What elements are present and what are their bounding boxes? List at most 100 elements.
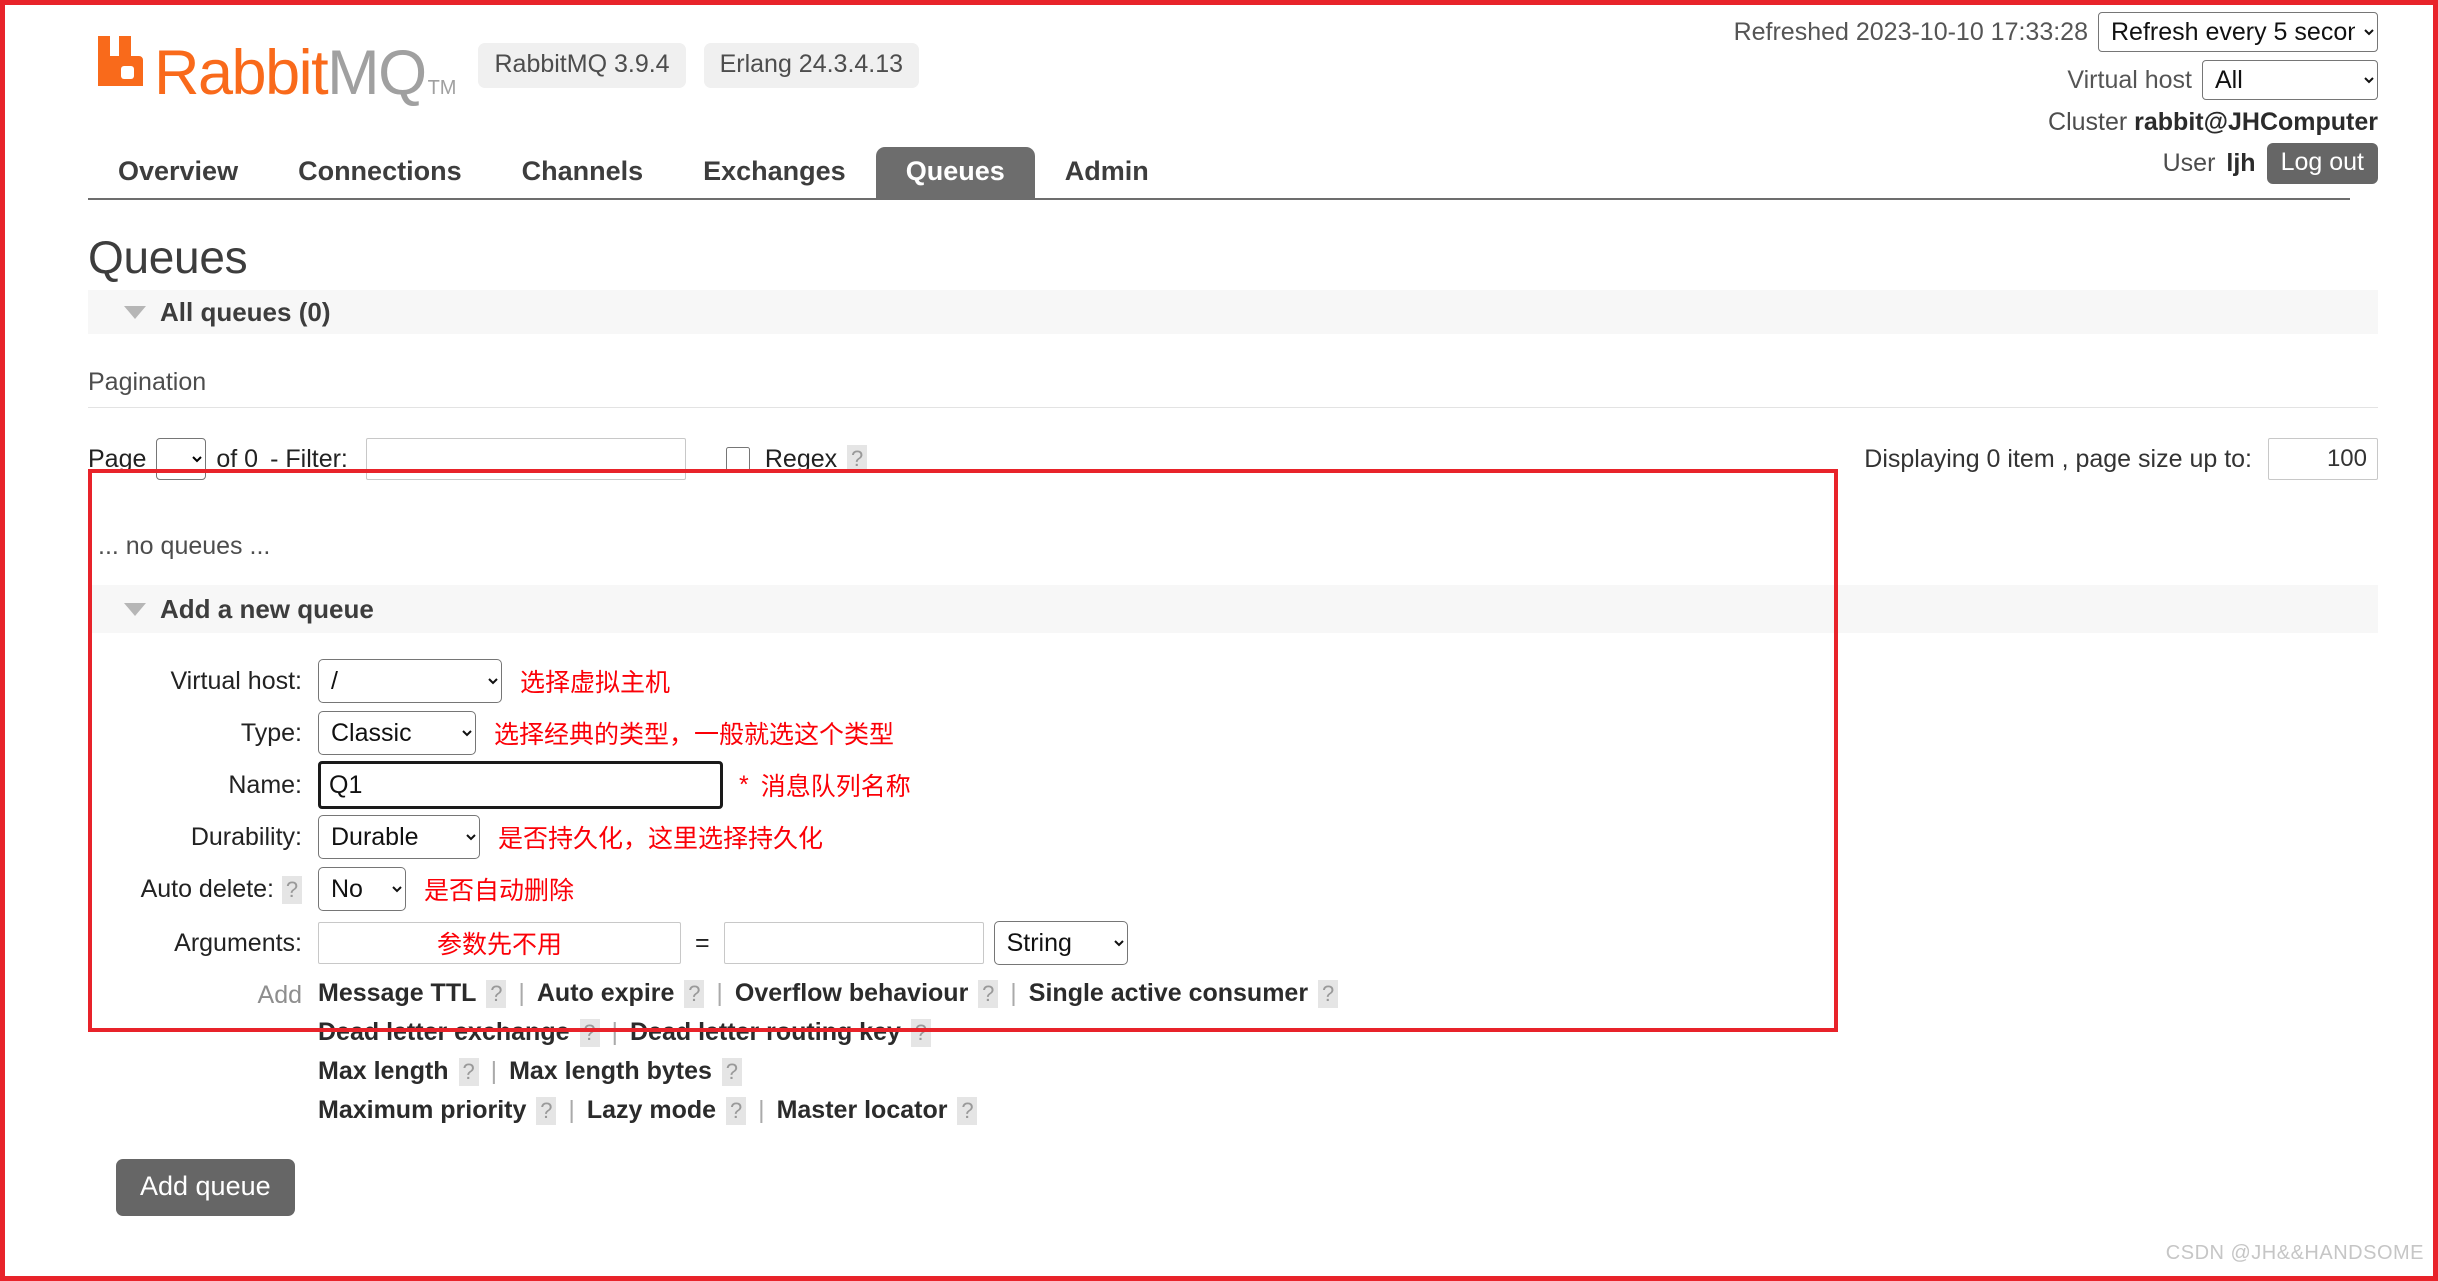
separator: |: [1010, 979, 1017, 1008]
regex-checkbox[interactable]: [726, 447, 750, 471]
filter-input[interactable]: [366, 438, 686, 480]
refresh-interval-select[interactable]: Refresh every 5 secondsRefresh every 10 …: [2098, 12, 2378, 52]
argument-preset-row: Max length ? | Max length bytes ?: [318, 1057, 1338, 1086]
add-queue-submit-button[interactable]: Add queue: [116, 1159, 295, 1216]
logo-trademark: TM: [428, 77, 457, 99]
auto-delete-label-text: Auto delete:: [141, 875, 274, 903]
page-number-select[interactable]: [156, 438, 206, 480]
durability-field-label: Durability:: [88, 823, 318, 852]
form-row-virtual-host: Virtual host: / 选择虚拟主机: [88, 655, 2378, 707]
arg-auto-expire-help-icon[interactable]: ?: [684, 980, 704, 1008]
queue-name-input[interactable]: [318, 761, 723, 809]
form-row-name: Name: * 消息队列名称: [88, 759, 2378, 811]
vhost-label: Virtual host: [2067, 66, 2192, 95]
auto-delete-help-icon[interactable]: ?: [282, 876, 302, 904]
auto-delete-select[interactable]: NoYes: [318, 867, 406, 911]
arg-overflow-behaviour-help-icon[interactable]: ?: [978, 980, 998, 1008]
arg-overflow-behaviour[interactable]: Overflow behaviour: [735, 979, 968, 1008]
arg-message-ttl[interactable]: Message TTL: [318, 979, 476, 1008]
refresh-row: Refreshed 2023-10-10 17:33:28 Refresh ev…: [1734, 12, 2378, 52]
arg-dead-letter-exchange-help-icon[interactable]: ?: [580, 1019, 600, 1047]
arg-max-length-bytes-help-icon[interactable]: ?: [722, 1058, 742, 1086]
form-row-auto-delete: Auto delete:? NoYes 是否自动删除: [88, 863, 2378, 915]
rabbitmq-logo[interactable]: RabbitMQTM: [88, 30, 456, 100]
virtual-host-field-label: Virtual host:: [88, 667, 318, 696]
tab-queues[interactable]: Queues: [876, 147, 1035, 198]
arg-maximum-priority[interactable]: Maximum priority: [318, 1096, 526, 1125]
arg-max-length[interactable]: Max length: [318, 1057, 449, 1086]
arg-single-active-consumer-help-icon[interactable]: ?: [1318, 980, 1338, 1008]
virtual-host-select[interactable]: All/: [2202, 60, 2378, 100]
chevron-down-icon: [124, 306, 146, 319]
form-row-arguments: Arguments: = StringNumberBooleanList: [88, 915, 2378, 971]
version-badges: RabbitMQ 3.9.4 Erlang 24.3.4.13: [478, 43, 919, 88]
arg-master-locator-help-icon[interactable]: ?: [957, 1097, 977, 1125]
arguments-equals-sign: =: [695, 929, 710, 958]
arg-master-locator[interactable]: Master locator: [777, 1096, 948, 1125]
name-required-star: *: [739, 771, 749, 800]
separator: |: [758, 1096, 765, 1125]
tab-admin[interactable]: Admin: [1035, 147, 1179, 198]
page-title: Queues: [88, 230, 2378, 284]
argument-type-select[interactable]: StringNumberBooleanList: [994, 921, 1128, 965]
argument-preset-row: Message TTL ? | Auto expire ? | Overflow…: [318, 979, 1338, 1008]
vhost-row: Virtual host All/: [1734, 60, 2378, 100]
auto-delete-field-label: Auto delete:?: [88, 875, 318, 904]
arg-dead-letter-routing-key[interactable]: Dead letter routing key: [630, 1018, 901, 1047]
no-queues-message: ... no queues ...: [98, 532, 2378, 561]
pagination-divider: [88, 407, 2378, 408]
argument-preset-row: Maximum priority ? | Lazy mode ? | Maste…: [318, 1096, 1338, 1125]
add-queue-form: Virtual host: / 选择虚拟主机 Type: ClassicQuor…: [88, 655, 2378, 1216]
form-row-type: Type: ClassicQuorumStream 选择经典的类型，一般就选这个…: [88, 707, 2378, 759]
regex-help-icon[interactable]: ?: [847, 445, 867, 473]
brand-row: RabbitMQTM RabbitMQ 3.9.4 Erlang 24.3.4.…: [88, 30, 919, 100]
arg-dead-letter-routing-key-help-icon[interactable]: ?: [911, 1019, 931, 1047]
logo-text-rabbit: Rabbit: [154, 38, 327, 108]
separator: |: [491, 1057, 498, 1086]
arg-message-ttl-help-icon[interactable]: ?: [486, 980, 506, 1008]
regex-label: Regex: [765, 445, 837, 474]
durability-select[interactable]: DurableTransient: [318, 815, 480, 859]
tab-exchanges[interactable]: Exchanges: [673, 147, 876, 198]
arg-lazy-mode[interactable]: Lazy mode: [587, 1096, 716, 1125]
argument-preset-row: Dead letter exchange ? | Dead letter rou…: [318, 1018, 1338, 1047]
add-arguments-label: Add: [88, 977, 318, 1125]
pagination-controls: Page of 0 - Filter: Regex ? Displaying 0…: [88, 434, 2378, 484]
arg-max-length-help-icon[interactable]: ?: [459, 1058, 479, 1086]
name-field-label: Name:: [88, 771, 318, 800]
separator: |: [612, 1018, 619, 1047]
arg-dead-letter-exchange[interactable]: Dead letter exchange: [318, 1018, 570, 1047]
displaying-text: Displaying 0 item , page size up to:: [1864, 445, 2252, 474]
auto-delete-annotation: 是否自动删除: [424, 871, 574, 907]
page-header: RabbitMQTM RabbitMQ 3.9.4 Erlang 24.3.4.…: [60, 0, 2378, 148]
tab-connections[interactable]: Connections: [268, 147, 492, 198]
type-annotation: 选择经典的类型，一般就选这个类型: [494, 715, 894, 751]
arg-single-active-consumer[interactable]: Single active consumer: [1029, 979, 1308, 1008]
durability-annotation: 是否持久化，这里选择持久化: [498, 819, 823, 855]
tab-channels[interactable]: Channels: [492, 147, 674, 198]
name-annotation: 消息队列名称: [761, 767, 911, 803]
arg-maximum-priority-help-icon[interactable]: ?: [536, 1097, 556, 1125]
all-queues-section-header[interactable]: All queues (0): [88, 290, 2378, 334]
arg-lazy-mode-help-icon[interactable]: ?: [726, 1097, 746, 1125]
argument-key-input[interactable]: [318, 922, 681, 964]
page-label: Page: [88, 445, 146, 474]
badge-erlang-version: Erlang 24.3.4.13: [704, 43, 919, 88]
page-size-input[interactable]: [2268, 438, 2378, 480]
chevron-down-icon: [124, 603, 146, 616]
virtual-host-field-select[interactable]: /: [318, 659, 502, 703]
logo-text-mq: MQ: [327, 38, 425, 108]
refreshed-timestamp: Refreshed 2023-10-10 17:33:28: [1734, 18, 2088, 47]
arg-auto-expire[interactable]: Auto expire: [537, 979, 675, 1008]
rabbitmq-logo-icon: [88, 30, 150, 96]
pagination-label: Pagination: [88, 368, 2378, 397]
queue-type-select[interactable]: ClassicQuorumStream: [318, 711, 476, 755]
argument-value-input[interactable]: [724, 922, 984, 964]
page-root: RabbitMQTM RabbitMQ 3.9.4 Erlang 24.3.4.…: [0, 0, 2438, 1281]
argument-presets-block: Add Message TTL ? | Auto expire ? | Over…: [88, 977, 2378, 1125]
add-queue-section-header[interactable]: Add a new queue: [88, 585, 2378, 633]
logo-text: RabbitMQTM: [154, 46, 456, 100]
arg-max-length-bytes[interactable]: Max length bytes: [509, 1057, 712, 1086]
tab-overview[interactable]: Overview: [88, 147, 268, 198]
main-content: Queues All queues (0) Pagination Page of…: [60, 230, 2378, 1216]
